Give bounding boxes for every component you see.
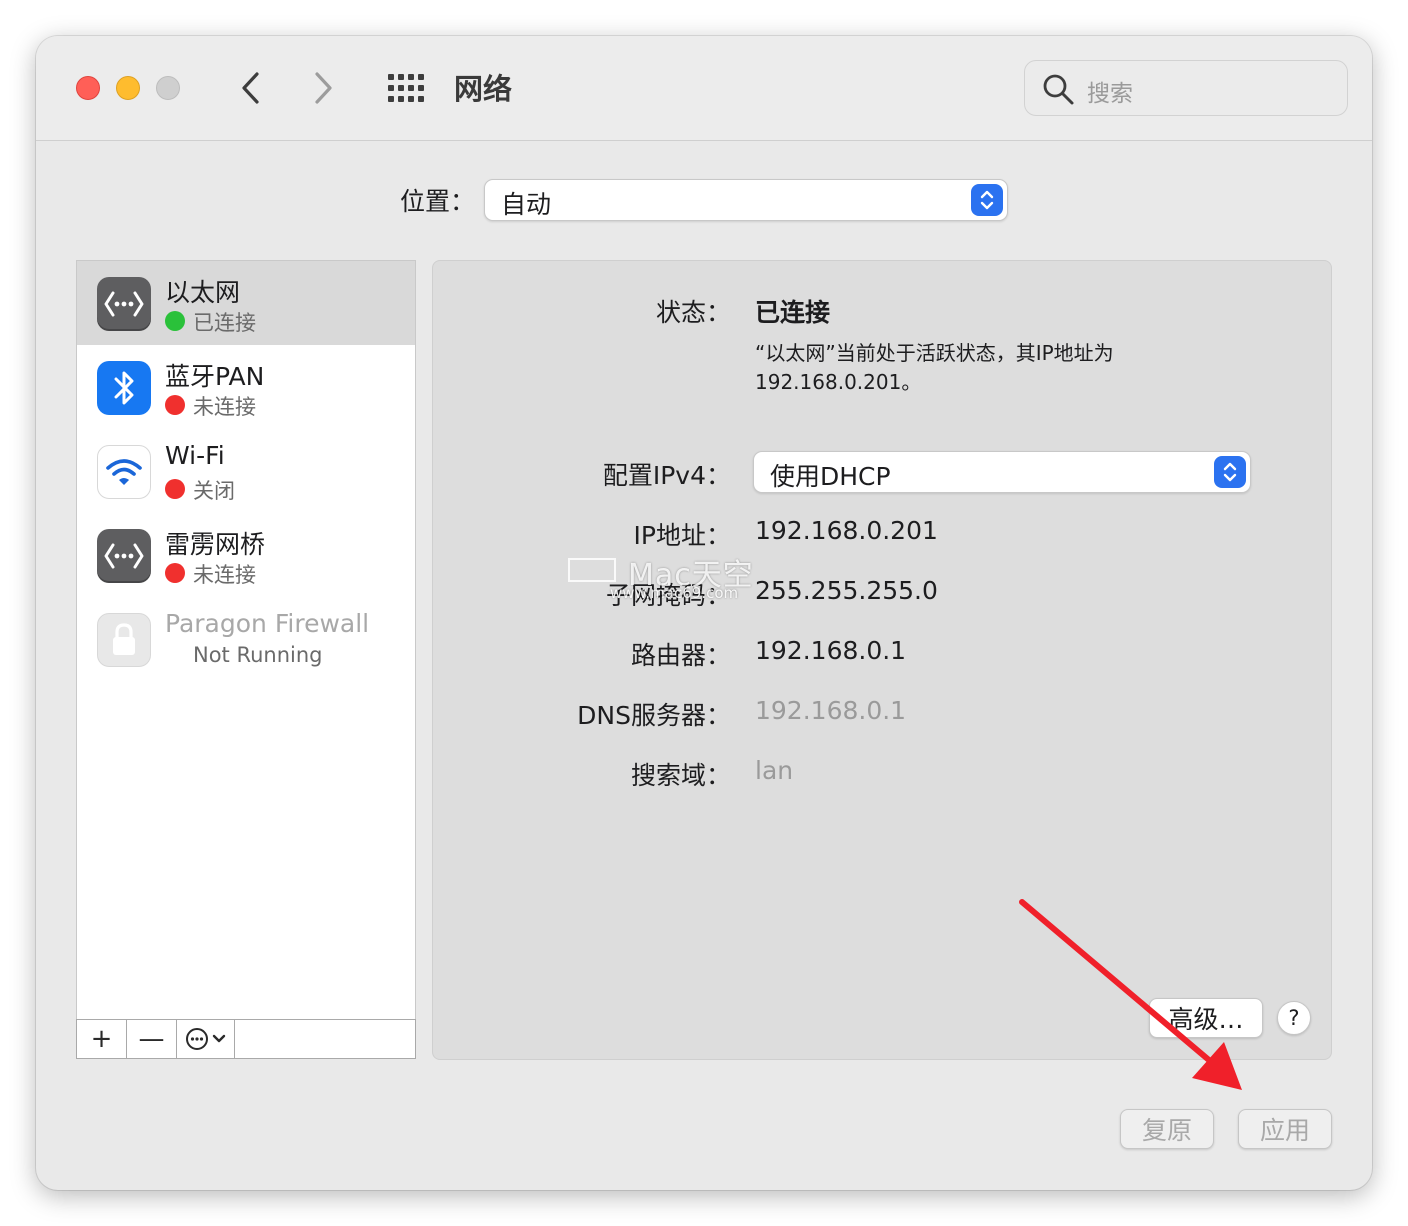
- show-all-grid-icon[interactable]: [386, 72, 426, 104]
- minimize-window-button[interactable]: [116, 76, 140, 100]
- chevron-right-icon: [315, 72, 332, 104]
- router-value: 192.168.0.1: [755, 636, 907, 665]
- dns-server-value: 192.168.0.1: [755, 696, 907, 725]
- chevron-left-icon: [242, 72, 259, 104]
- service-status: 已连接: [193, 311, 256, 335]
- service-item-ethernet[interactable]: 以太网 已连接: [77, 261, 415, 345]
- location-popup[interactable]: 自动: [484, 179, 1008, 221]
- thunderbolt-bridge-icon: [97, 529, 151, 583]
- service-status: Not Running: [193, 643, 323, 667]
- search-field[interactable]: 搜索: [1024, 60, 1348, 116]
- close-window-button[interactable]: [76, 76, 100, 100]
- service-item-thunderbolt-bridge[interactable]: 雷雳网桥 未连接: [77, 513, 415, 597]
- service-name: 以太网: [165, 278, 241, 307]
- service-status: 未连接: [193, 563, 256, 587]
- popup-stepper-icon: [971, 184, 1003, 216]
- back-button[interactable]: [232, 68, 268, 108]
- revert-button[interactable]: 复原: [1120, 1109, 1214, 1149]
- wifi-icon: [97, 445, 151, 499]
- search-placeholder: 搜索: [1087, 81, 1133, 107]
- search-icon: [1043, 74, 1074, 105]
- ip-address-label: IP地址：: [633, 521, 731, 550]
- apply-button[interactable]: 应用: [1238, 1109, 1332, 1149]
- ipv4-config-label: 配置IPv4：: [602, 461, 731, 490]
- ipv4-config-value: 使用DHCP: [770, 462, 891, 491]
- status-description: “以太网”当前处于活跃状态，其IP地址为192.168.0.201。: [755, 341, 1114, 394]
- dns-server-label: DNS服务器：: [577, 701, 731, 730]
- ethernet-icon: [97, 277, 151, 331]
- lock-icon: [97, 613, 151, 667]
- service-name: 蓝牙PAN: [165, 362, 265, 391]
- service-status: 未连接: [193, 395, 256, 419]
- titlebar: 网络 搜索: [36, 36, 1372, 141]
- service-detail-pane: 状态： 已连接 “以太网”当前处于活跃状态，其IP地址为192.168.0.20…: [432, 260, 1332, 1060]
- zoom-window-button[interactable]: [156, 76, 180, 100]
- advanced-button[interactable]: 高级…: [1149, 998, 1263, 1038]
- service-item-wifi[interactable]: Wi-Fi 关闭: [77, 429, 415, 513]
- location-value: 自动: [501, 190, 552, 219]
- search-domain-value: lan: [755, 756, 794, 785]
- watermark-url: www.mac69.com: [610, 584, 739, 602]
- action-menu-button[interactable]: [177, 1020, 235, 1058]
- watermark-logo: [568, 558, 616, 582]
- service-list-toolbar: + —: [76, 1019, 416, 1059]
- service-item-paragon-firewall[interactable]: Paragon Firewall Not Running: [77, 597, 415, 681]
- router-label: 路由器：: [630, 641, 731, 670]
- status-dot-disconnected: [165, 563, 185, 583]
- location-label: 位置：: [400, 187, 476, 216]
- watermark: Mac天空 www.mac69.com: [568, 550, 808, 630]
- window-title: 网络: [454, 72, 513, 106]
- forward-button[interactable]: [306, 68, 342, 108]
- ip-address-value: 192.168.0.201: [755, 516, 938, 545]
- service-name: Wi-Fi: [165, 441, 225, 470]
- status-label: 状态：: [655, 298, 731, 327]
- bluetooth-icon: [97, 361, 151, 415]
- status-dot-disconnected: [165, 395, 185, 415]
- add-service-button[interactable]: +: [77, 1020, 127, 1058]
- service-name: 雷雳网桥: [165, 530, 266, 559]
- remove-service-button[interactable]: —: [127, 1020, 177, 1058]
- service-name: Paragon Firewall: [165, 609, 370, 638]
- service-status: 关闭: [193, 479, 235, 503]
- ellipsis-circle-icon: [185, 1028, 225, 1050]
- ipv4-config-popup[interactable]: 使用DHCP: [753, 451, 1251, 493]
- service-item-bluetooth-pan[interactable]: 蓝牙PAN 未连接: [77, 345, 415, 429]
- status-dot-connected: [165, 311, 185, 331]
- search-domain-label: 搜索域：: [630, 761, 731, 790]
- help-button[interactable]: ?: [1277, 1001, 1311, 1035]
- status-value: 已连接: [755, 298, 831, 327]
- status-dot-off: [165, 479, 185, 499]
- popup-stepper-icon: [1214, 456, 1246, 488]
- service-list: 以太网 已连接 蓝牙PAN 未连接 Wi-Fi 关闭 雷雳网桥 未连接 Para…: [76, 260, 416, 1020]
